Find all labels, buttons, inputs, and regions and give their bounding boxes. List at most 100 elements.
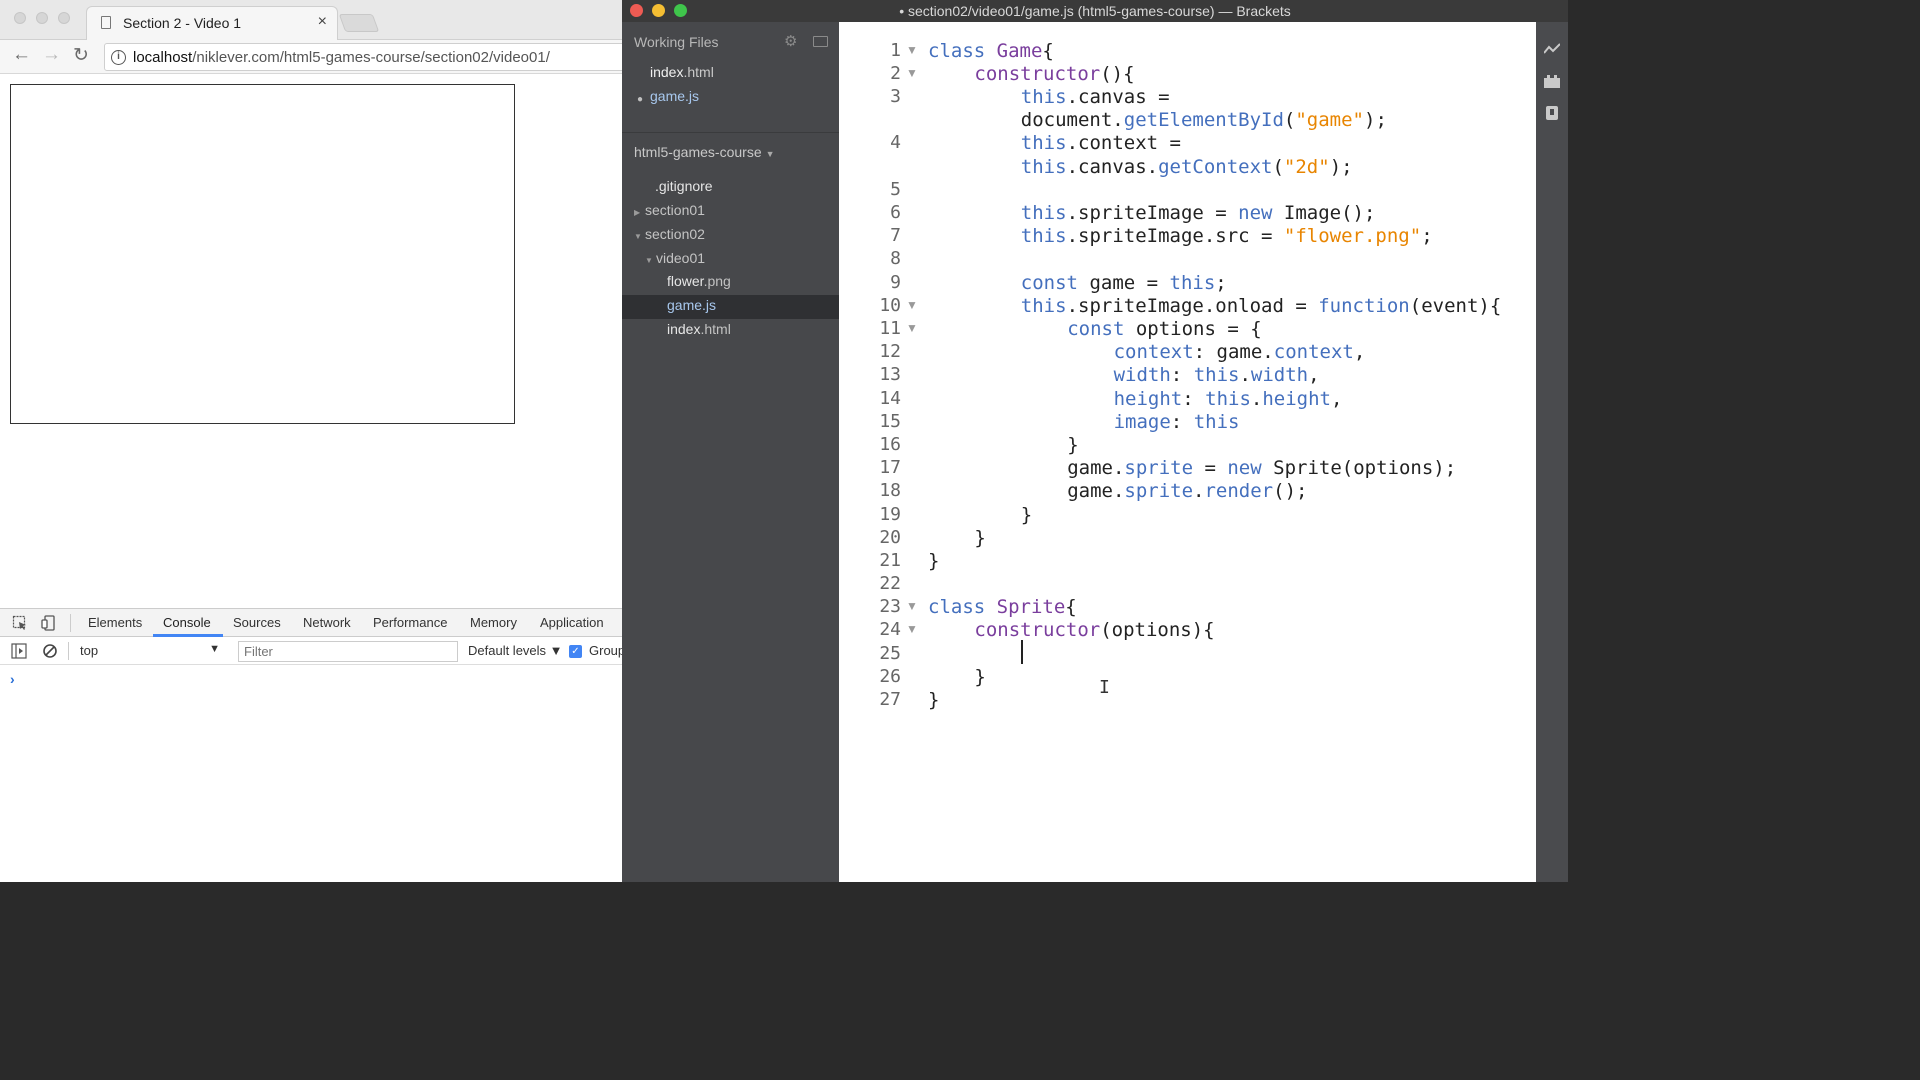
window-close-button[interactable] (14, 12, 26, 24)
code-token: : (1182, 388, 1206, 410)
fold-arrow-icon[interactable]: ▼ (906, 43, 918, 57)
url-text[interactable]: localhost/niklever.com/html5-games-cours… (133, 49, 550, 66)
tree-file-flower[interactable]: flower.png (667, 273, 731, 289)
gear-icon[interactable]: ⚙ (784, 32, 797, 50)
tab-close-icon[interactable]: × (318, 13, 327, 31)
code-line[interactable]: this.context = (1021, 132, 1181, 154)
code-editor[interactable]: 1 2 3 4 5 6 7 8 9 10 11 12 13 14 15 16 1… (839, 22, 1536, 882)
code-line[interactable]: this.canvas.getContext("2d"); (1021, 156, 1353, 178)
lightning-icon[interactable] (1544, 42, 1560, 56)
project-dropdown[interactable]: html5-games-course ▼ (634, 144, 775, 160)
forward-arrow-icon[interactable]: → (42, 44, 61, 66)
line-number: 3 (890, 86, 901, 107)
line-number: 11 (879, 318, 901, 339)
chevron-down-icon: ▼ (765, 149, 775, 159)
new-tab-button[interactable] (338, 14, 380, 32)
code-line[interactable]: image: this (1114, 411, 1240, 433)
game-canvas[interactable] (10, 84, 515, 424)
minimize-button[interactable] (652, 4, 665, 17)
code-token: Game (996, 40, 1043, 62)
code-token: : game. (1193, 341, 1274, 363)
fold-arrow-icon[interactable]: ▼ (906, 66, 918, 80)
window-minimize-button[interactable] (36, 12, 48, 24)
code-line[interactable]: constructor(options){ (974, 619, 1214, 641)
code-line[interactable]: this.spriteImage.onload = function(event… (1021, 295, 1501, 317)
code-line[interactable]: this.spriteImage.src = "flower.png"; (1021, 225, 1433, 247)
sidebar-toggle-icon[interactable] (11, 643, 27, 659)
clear-console-icon[interactable] (42, 643, 58, 659)
code-line[interactable]: } (974, 666, 985, 688)
code-token: getContext (1158, 156, 1273, 178)
extension-manager-icon[interactable] (1544, 74, 1560, 88)
code-line[interactable]: height: this.height, (1114, 388, 1343, 410)
tree-file-gitignore[interactable]: .gitignore (644, 178, 713, 194)
tab-console[interactable]: Console (163, 615, 211, 630)
console-prompt-icon[interactable]: › (10, 671, 15, 687)
code-line[interactable]: } (974, 527, 985, 549)
tab-memory[interactable]: Memory (470, 615, 517, 630)
inspect-element-icon[interactable] (12, 615, 28, 631)
code-line[interactable]: context: game.context, (1114, 341, 1366, 363)
fold-arrow-icon[interactable]: ▼ (906, 599, 918, 613)
tab-sources[interactable]: Sources (233, 615, 281, 630)
close-button[interactable] (630, 4, 643, 17)
code-token: .canvas. (1066, 156, 1159, 178)
code-token: (event){ (1409, 295, 1502, 317)
code-line[interactable]: } (1067, 434, 1078, 456)
context-select[interactable]: top ▼ (76, 641, 224, 661)
code-line[interactable]: document.getElementById("game"); (1021, 109, 1387, 131)
selected-row-highlight (622, 295, 839, 319)
address-bar[interactable]: i localhost/niklever.com/html5-games-cou… (104, 43, 622, 71)
tree-folder-section02[interactable]: ▼ section02 (634, 226, 705, 242)
code-token: .spriteImage.src = (1066, 225, 1284, 247)
code-line[interactable]: } (928, 550, 939, 572)
document-icon (101, 16, 111, 29)
code-line[interactable]: this.spriteImage = new Image(); (1021, 202, 1376, 224)
code-line[interactable]: const game = this; (1021, 272, 1227, 294)
code-line[interactable]: } (1021, 504, 1032, 526)
tab-network[interactable]: Network (303, 615, 351, 630)
tab-performance[interactable]: Performance (373, 615, 447, 630)
reload-icon[interactable]: ↻ (73, 44, 89, 67)
code-line[interactable]: game.sprite = new Sprite(options); (1067, 457, 1456, 479)
info-icon[interactable]: i (111, 50, 126, 65)
filter-input[interactable] (238, 641, 458, 662)
file-sidebar: Working Files ⚙ index.html ● game.js htm… (622, 22, 839, 882)
tab-application[interactable]: Application (540, 615, 604, 630)
code-token: constructor (974, 63, 1101, 85)
back-arrow-icon[interactable]: ← (12, 44, 31, 66)
code-token: image (1113, 411, 1171, 433)
window-maximize-button[interactable] (58, 12, 70, 24)
chevron-down-icon: ▼ (645, 256, 653, 265)
tab-elements[interactable]: Elements (88, 615, 142, 630)
fold-arrow-icon[interactable]: ▼ (906, 298, 918, 312)
working-file-item[interactable]: index.html (650, 64, 714, 80)
code-line[interactable]: game.sprite.render(); (1067, 480, 1307, 502)
tree-file-game-selected[interactable]: game.js (667, 297, 716, 313)
console-toolbar: top ▼ Default levels ▼ ✓ Group (0, 637, 622, 665)
code-line[interactable]: } (928, 689, 939, 711)
levels-dropdown[interactable]: Default levels ▼ (468, 643, 563, 658)
device-toolbar-icon[interactable] (41, 615, 57, 631)
folder-name: video01 (656, 250, 706, 266)
code-line[interactable]: const options = { (1067, 318, 1261, 340)
maximize-button[interactable] (674, 4, 687, 17)
code-line[interactable]: this.canvas = (1021, 86, 1170, 108)
tree-folder-section01[interactable]: ▶ section01 (634, 202, 705, 218)
tree-file-index[interactable]: index.html (667, 321, 731, 337)
working-file-item-active[interactable]: game.js (650, 88, 699, 104)
group-checkbox[interactable]: ✓ (569, 645, 582, 658)
code-token: this (1020, 202, 1067, 224)
code-line[interactable]: class Sprite{ (928, 596, 1077, 618)
tree-folder-video01[interactable]: ▼ video01 (645, 250, 705, 266)
file-icon[interactable] (1544, 106, 1560, 120)
code-token: this (1020, 132, 1067, 154)
fold-arrow-icon[interactable]: ▼ (906, 622, 918, 636)
code-line[interactable]: constructor(){ (974, 63, 1134, 85)
code-line[interactable]: class Game{ (928, 40, 1054, 62)
fold-arrow-icon[interactable]: ▼ (906, 321, 918, 335)
code-token: } (974, 666, 986, 688)
browser-tab[interactable]: Section 2 - Video 1 × (86, 6, 338, 40)
code-line[interactable]: width: this.width, (1114, 364, 1320, 386)
split-view-icon[interactable] (813, 36, 828, 47)
